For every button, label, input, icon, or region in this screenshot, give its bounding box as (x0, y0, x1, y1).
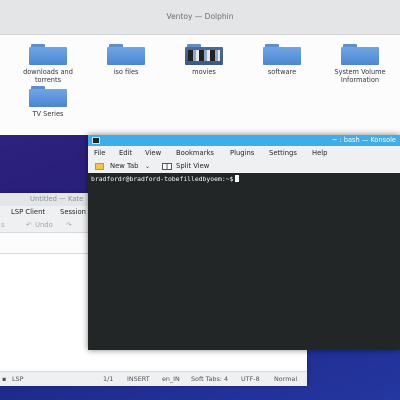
folder-label: software (267, 68, 297, 76)
text-cursor (235, 175, 240, 182)
menu-plugins[interactable]: Plugins (230, 146, 254, 160)
folder-label: movies (192, 68, 216, 76)
status-locale[interactable]: en_IN (162, 372, 180, 386)
status-partial-icon: ▪ (2, 375, 7, 383)
folder-item[interactable]: downloads and torrents (13, 44, 83, 84)
menu-view[interactable]: View (145, 146, 161, 160)
folder-icon (263, 44, 301, 65)
dolphin-titlebar: Ventoy — Dolphin (0, 0, 400, 35)
folder-label: TV Series (32, 110, 64, 118)
menu-edit[interactable]: Edit (119, 146, 132, 160)
folder-label: System Volume Information (334, 68, 386, 84)
folder-video-thumbnail-icon (185, 44, 223, 65)
redo-icon[interactable]: ↷ (66, 218, 72, 232)
undo-button[interactable]: Undo (35, 218, 53, 232)
folder-item[interactable]: System Volume Information (325, 44, 395, 84)
konsole-menubar: File Edit View Bookmarks Plugins Setting… (88, 146, 400, 160)
new-tab-button[interactable]: New Tab (110, 160, 139, 173)
shell-prompt: bradfordr@bradford-tobefilledbyoem:~$ (91, 175, 234, 183)
folder-label: downloads and torrents (23, 68, 73, 84)
undo-icon: ↶ (26, 221, 32, 229)
status-tabs[interactable]: Soft Tabs: 4 (191, 372, 228, 386)
status-position[interactable]: 1/1 (103, 372, 113, 386)
konsole-titlebar: ~ : bash — Konsole (88, 135, 400, 146)
prompt-line: bradfordr@bradford-tobefilledbyoem:~$ (91, 175, 240, 183)
status-lsp[interactable]: LSP (12, 372, 23, 386)
konsole-window: ~ : bash — Konsole File Edit View Bookma… (88, 135, 400, 350)
toolbar-item-partial[interactable]: s (1, 218, 5, 232)
folder-icon (29, 44, 67, 65)
folder-item[interactable]: iso files (91, 44, 161, 76)
status-syntax[interactable]: Normal (274, 372, 297, 386)
menu-lsp-client[interactable]: LSP Client (11, 206, 45, 218)
folder-label: iso files (113, 68, 139, 76)
status-mode[interactable]: INSERT (127, 372, 150, 386)
chevron-down-icon[interactable]: ⌄ (145, 160, 150, 173)
dolphin-window: Ventoy — Dolphin downloads and torrents … (0, 0, 400, 135)
folder-item[interactable]: movies (169, 44, 239, 76)
kate-statusbar: ▪ LSP 1/1 INSERT en_IN Soft Tabs: 4 UTF-… (0, 371, 307, 386)
menu-sessions[interactable]: Session (60, 206, 86, 218)
terminal-app-icon[interactable] (92, 137, 100, 144)
terminal-area[interactable]: bradfordr@bradford-tobefilledbyoem:~$ (88, 173, 400, 350)
menu-bookmarks[interactable]: Bookmarks (176, 146, 214, 160)
folder-icon (341, 44, 379, 65)
menu-file[interactable]: File (94, 146, 105, 160)
menu-help[interactable]: Help (312, 146, 328, 160)
folder-item[interactable]: TV Series (13, 86, 83, 118)
folder-item[interactable]: software (247, 44, 317, 76)
konsole-toolbar: New Tab ⌄ Split View (88, 160, 400, 174)
split-view-icon (162, 163, 172, 170)
split-view-button[interactable]: Split View (176, 160, 209, 173)
folder-icon (107, 44, 145, 65)
folder-icon (29, 86, 67, 107)
status-encoding[interactable]: UTF-8 (241, 372, 260, 386)
new-tab-icon (95, 163, 104, 170)
menu-settings[interactable]: Settings (269, 146, 297, 160)
